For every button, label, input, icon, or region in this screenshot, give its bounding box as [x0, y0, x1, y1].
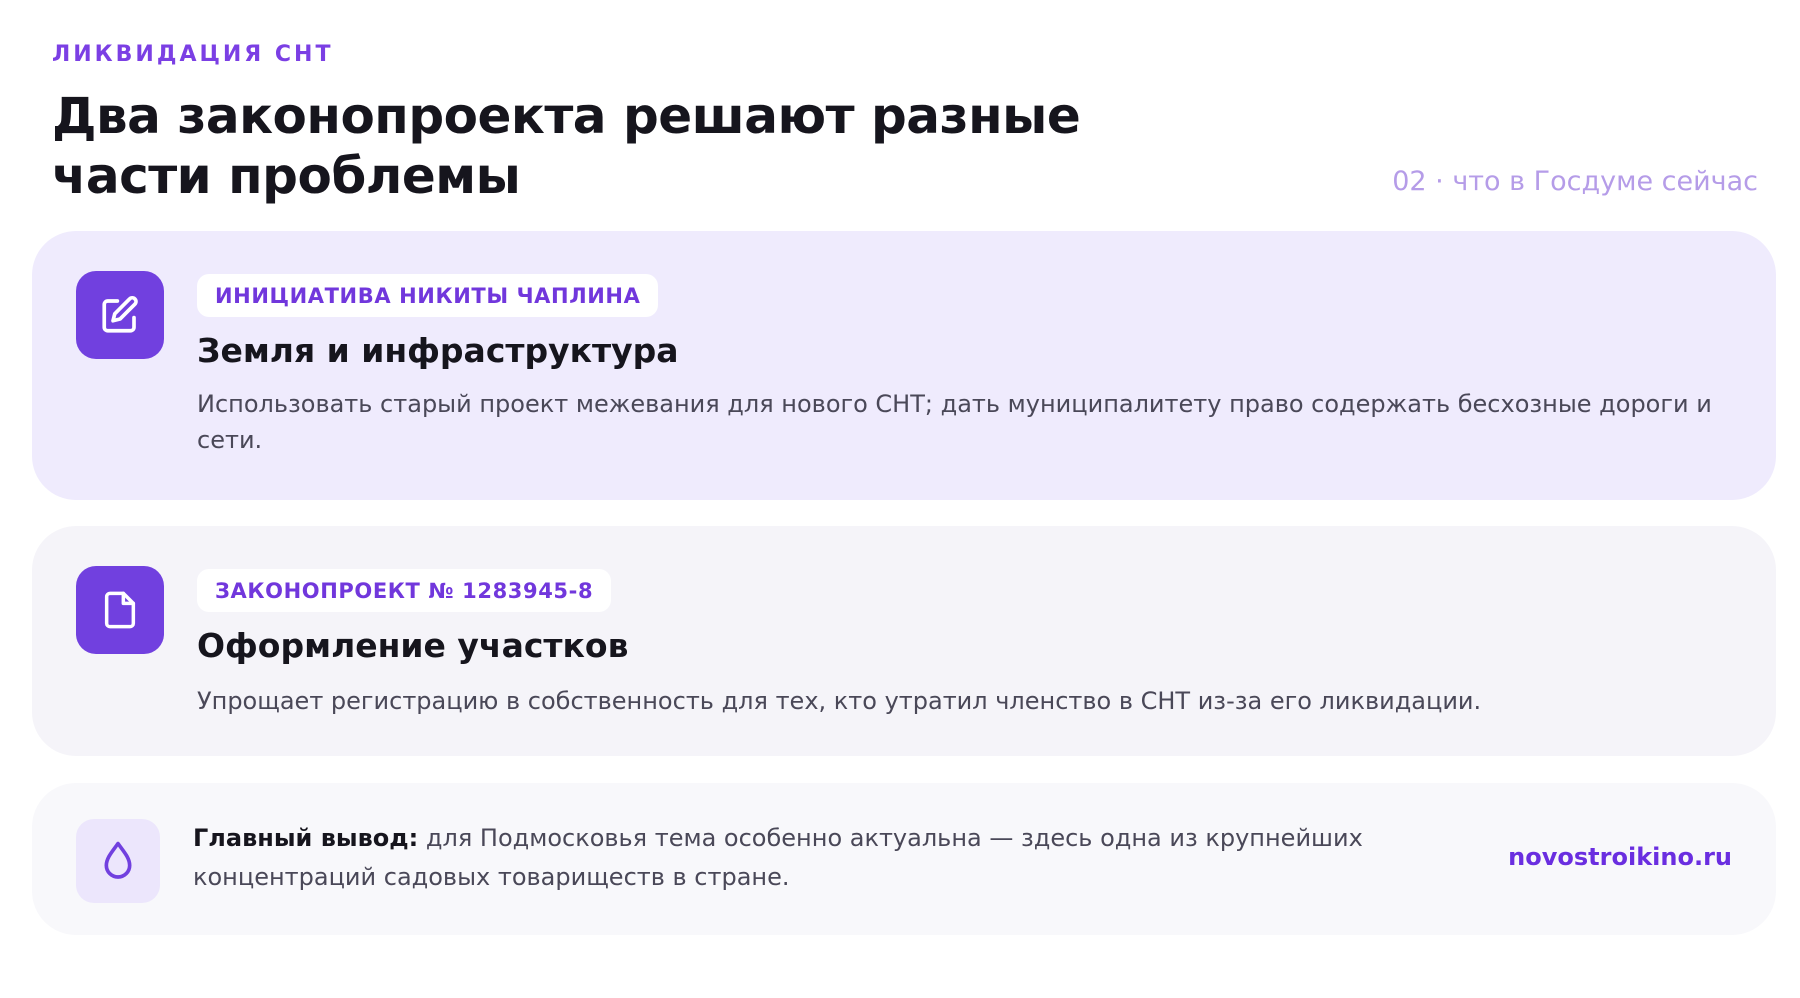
eyebrow-label: ЛИКВИДАЦИЯ СНТ	[52, 42, 334, 67]
bill-number-tag: ЗАКОНОПРОЕКТ № 1283945-8	[197, 569, 612, 612]
bill-card-land-infrastructure: ИНИЦИАТИВА НИКИТЫ ЧАПЛИНА Земля и инфрас…	[32, 231, 1776, 500]
page-title: Два законопроекта решают разные части пр…	[52, 87, 1081, 205]
edit-icon	[76, 271, 164, 359]
slide-page: ЛИКВИДАЦИЯ СНТ Два законопроекта решают …	[0, 0, 1800, 998]
bill-card-land-registration: ЗАКОНОПРОЕКТ № 1283945-8 Оформление учас…	[32, 526, 1776, 756]
card-description: Использовать старый проект межевания для…	[197, 390, 1712, 454]
initiative-tag: ИНИЦИАТИВА НИКИТЫ ЧАПЛИНА	[197, 274, 659, 317]
source-link[interactable]: novostroikino.ru	[1508, 843, 1732, 871]
card-description: Упрощает регистрацию в собственность для…	[197, 687, 1482, 715]
summary-card: Главный вывод: для Подмосковья тема особ…	[32, 783, 1776, 935]
summary-lead: Главный вывод:	[193, 824, 419, 852]
slide-header: ЛИКВИДАЦИЯ СНТ Два законопроекта решают …	[52, 40, 1758, 210]
document-icon	[76, 566, 164, 654]
card-title: Земля и инфраструктура	[197, 331, 679, 370]
summary-text: Главный вывод: для Подмосковья тема особ…	[193, 819, 1433, 897]
drop-icon	[76, 819, 160, 903]
card-title: Оформление участков	[197, 626, 629, 665]
section-indicator: 02 · что в Госдуме сейчас	[1392, 166, 1758, 197]
